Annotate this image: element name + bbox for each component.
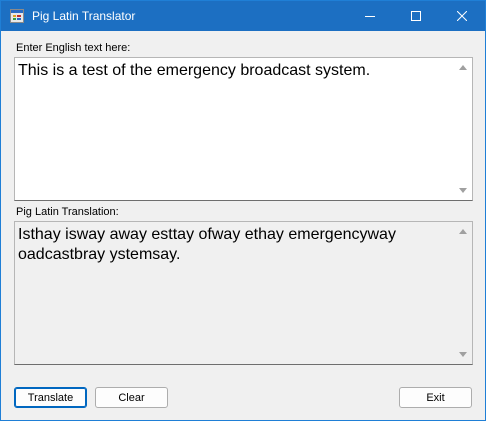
title-bar[interactable]: Pig Latin Translator xyxy=(1,1,485,31)
english-text-input[interactable]: This is a test of the emergency broadcas… xyxy=(14,57,473,201)
input-label: Enter English text here: xyxy=(16,42,131,54)
scroll-down-arrow-icon[interactable] xyxy=(459,188,467,193)
app-form-icon xyxy=(10,9,24,23)
input-scrollbar[interactable] xyxy=(455,58,472,200)
minimize-button[interactable] xyxy=(347,1,393,31)
app-window: Pig Latin Translator Enter English text … xyxy=(0,0,486,421)
maximize-button[interactable] xyxy=(393,1,439,31)
pig-latin-value[interactable]: Isthay isway away esttay ofway ethay eme… xyxy=(18,225,452,265)
output-label: Pig Latin Translation: xyxy=(16,206,119,218)
scroll-up-arrow-icon[interactable] xyxy=(459,229,467,234)
translate-button[interactable]: Translate xyxy=(14,387,87,408)
exit-button[interactable]: Exit xyxy=(399,387,472,408)
english-text-value[interactable]: This is a test of the emergency broadcas… xyxy=(18,61,452,81)
maximize-icon xyxy=(411,11,421,21)
scroll-up-arrow-icon[interactable] xyxy=(459,65,467,70)
clear-button[interactable]: Clear xyxy=(95,387,168,408)
close-icon xyxy=(457,11,467,21)
output-scrollbar[interactable] xyxy=(455,222,472,364)
window-title: Pig Latin Translator xyxy=(32,9,136,23)
scroll-down-arrow-icon[interactable] xyxy=(459,352,467,357)
minimize-icon xyxy=(365,16,375,17)
close-button[interactable] xyxy=(439,1,485,31)
pig-latin-output[interactable]: Isthay isway away esttay ofway ethay eme… xyxy=(14,221,473,365)
